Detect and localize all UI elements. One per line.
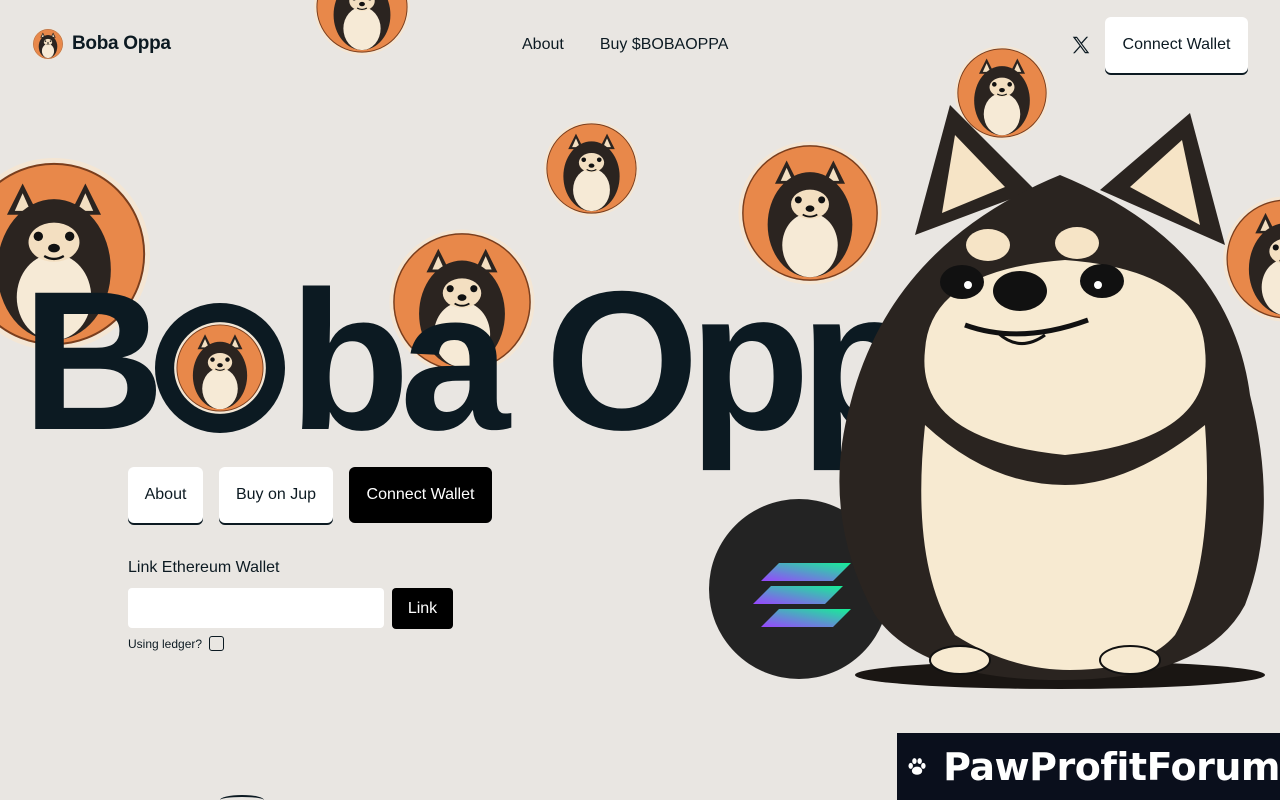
hero-title-b: B xyxy=(22,250,165,471)
ledger-label: Using ledger? xyxy=(128,636,203,651)
watermark-banner: PawProfitForum xyxy=(897,733,1280,800)
link-wallet-label: Link Ethereum Wallet xyxy=(128,559,280,576)
header-connect-wallet-button[interactable]: Connect Wallet xyxy=(1105,17,1248,73)
paw-icon xyxy=(908,757,926,775)
watermark-text: PawProfitForum xyxy=(943,744,1280,789)
ledger-option: Using ledger? xyxy=(128,636,225,651)
pomeranian-mascot-illustration xyxy=(839,105,1265,689)
x-twitter-icon[interactable] xyxy=(1070,34,1092,56)
nav-buy-link[interactable]: Buy $BOBAOPPA xyxy=(600,36,729,54)
connect-wallet-button[interactable]: Connect Wallet xyxy=(349,467,492,523)
main-nav: About Buy $BOBAOPPA xyxy=(522,36,728,54)
buy-on-jup-button[interactable]: Buy on Jup xyxy=(219,467,333,523)
hero-title-coin-icon xyxy=(155,266,285,433)
page: Boba Oppa About Buy $BOBAOPPA Connect Wa… xyxy=(0,0,1280,800)
ledger-checkbox[interactable] xyxy=(209,636,225,651)
coin-icon xyxy=(313,0,411,56)
scroll-hint-arc xyxy=(220,795,264,800)
brand-name: Boba Oppa xyxy=(72,33,171,54)
about-button[interactable]: About xyxy=(128,467,203,523)
coin-icon xyxy=(543,120,640,217)
brand-home-link[interactable]: Boba Oppa xyxy=(32,28,171,60)
ethereum-wallet-input[interactable] xyxy=(128,588,384,628)
link-button[interactable]: Link xyxy=(392,588,453,629)
nav-about-link[interactable]: About xyxy=(522,36,564,54)
brand-logo-icon xyxy=(32,28,64,60)
